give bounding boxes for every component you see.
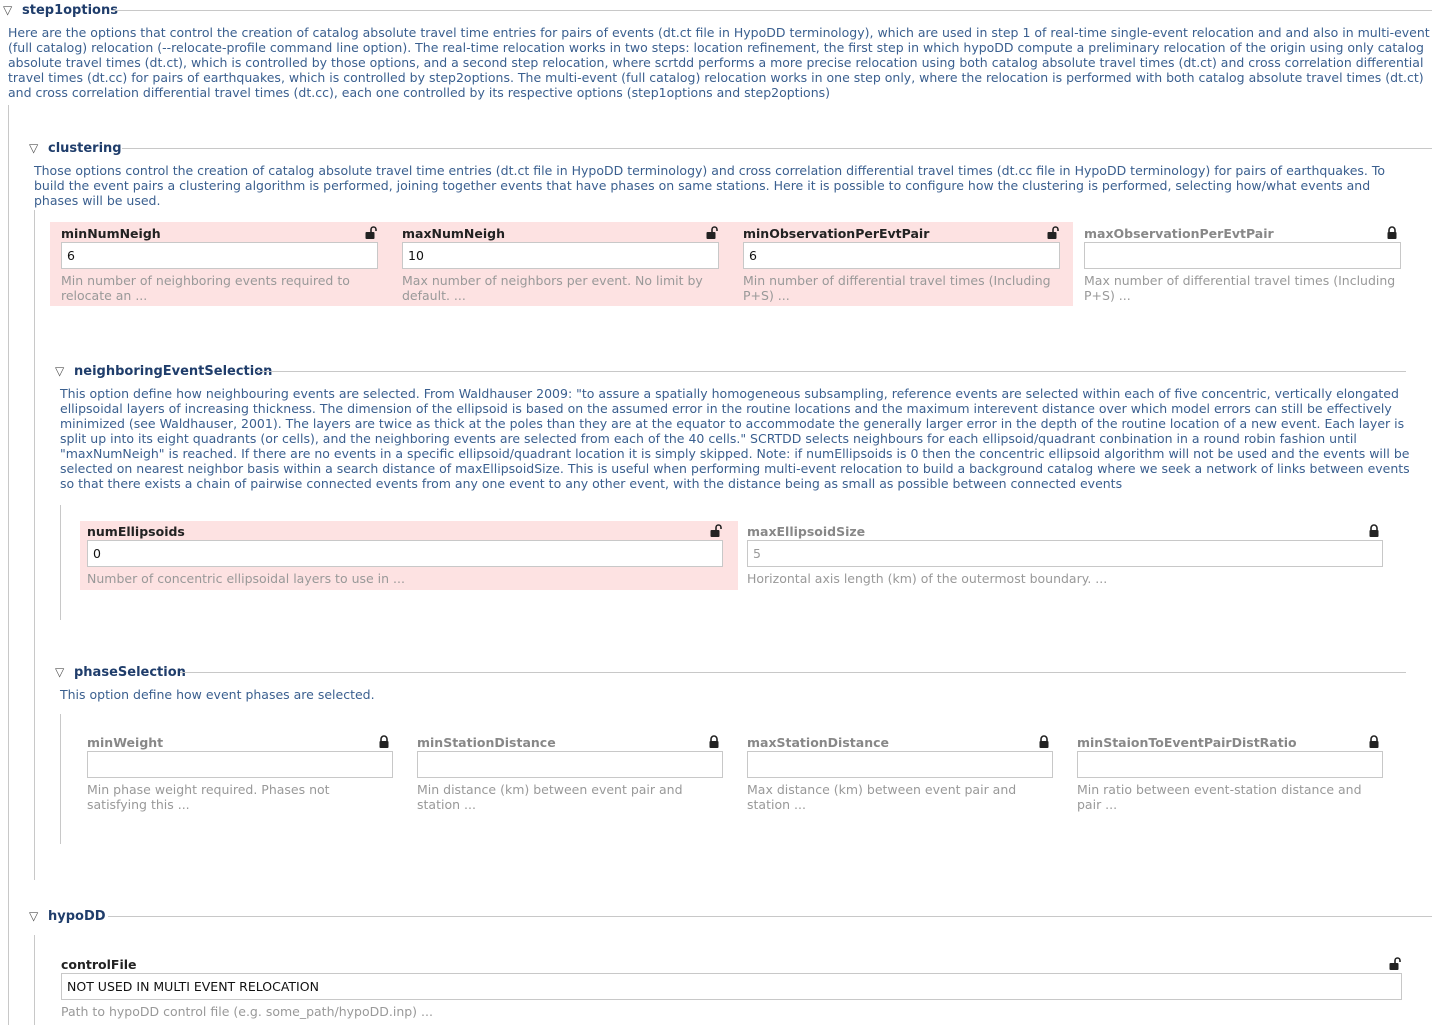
param-label: numEllipsoids — [87, 524, 185, 539]
param-controlFile: controlFile Path to hypoDD control file … — [61, 957, 1402, 1019]
param-maxEllipsoidSize: maxEllipsoidSize Horizontal axis length … — [747, 524, 1383, 586]
param-maxStationDistance: maxStationDistance Max distance (km) bet… — [747, 735, 1053, 812]
unlock-icon[interactable] — [1046, 226, 1060, 240]
param-label: maxStationDistance — [747, 735, 889, 750]
param-minObservationPerEvtPair: minObservationPerEvtPair Min number of d… — [743, 226, 1060, 303]
section-description: Here are the options that control the cr… — [8, 25, 1430, 100]
param-help: Number of concentric ellipsoidal layers … — [87, 571, 405, 586]
unlock-icon[interactable] — [364, 226, 378, 240]
section-description: Those options control the creation of ca… — [34, 163, 1386, 208]
lock-icon[interactable] — [1367, 735, 1381, 749]
collapse-triangle-icon[interactable]: ▽ — [3, 3, 12, 17]
section-border — [34, 210, 35, 880]
param-input[interactable] — [417, 751, 723, 778]
lock-icon[interactable] — [1037, 735, 1051, 749]
param-label: minNumNeigh — [61, 226, 161, 241]
param-label: minObservationPerEvtPair — [743, 226, 930, 241]
collapse-triangle-icon[interactable]: ▽ — [55, 665, 64, 679]
section-border — [34, 935, 35, 1025]
param-minNumNeigh: minNumNeigh Min number of neighboring ev… — [61, 226, 378, 303]
param-help: Horizontal axis length (km) of the outer… — [747, 571, 1108, 586]
param-minWeight: minWeight Min phase weight required. Pha… — [87, 735, 393, 812]
section-divider — [180, 672, 1406, 673]
section-border — [8, 105, 9, 1025]
param-help: Min ratio between event-station distance… — [1077, 782, 1362, 812]
section-border — [60, 505, 61, 620]
section-description: This option define how event phases are … — [60, 687, 375, 702]
unlock-icon[interactable] — [1388, 957, 1402, 971]
param-input[interactable] — [61, 973, 1402, 1000]
param-help: Min phase weight required. Phases not sa… — [87, 782, 330, 812]
section-description: This option define how neighbouring even… — [60, 386, 1410, 491]
param-maxNumNeigh: maxNumNeigh Max number of neighbors per … — [402, 226, 719, 303]
param-label: controlFile — [61, 957, 137, 972]
param-minStaionToEventPairDistRatio: minStaionToEventPairDistRatio Min ratio … — [1077, 735, 1383, 812]
lock-icon[interactable] — [1385, 226, 1399, 240]
collapse-triangle-icon[interactable]: ▽ — [29, 909, 38, 923]
param-input[interactable] — [1077, 751, 1383, 778]
section-divider — [112, 10, 1432, 11]
section-title-hypoDD: hypoDD — [48, 909, 106, 924]
param-input[interactable] — [747, 751, 1053, 778]
param-input[interactable] — [87, 751, 393, 778]
param-maxObservationPerEvtPair: maxObservationPerEvtPair Max number of d… — [1084, 226, 1401, 303]
unlock-icon[interactable] — [705, 226, 719, 240]
param-label: maxNumNeigh — [402, 226, 505, 241]
section-title-neighboringEventSelection: neighboringEventSelection — [74, 364, 273, 379]
param-help: Min number of neighboring events require… — [61, 273, 350, 303]
section-divider — [122, 148, 1432, 149]
param-help: Max number of differential travel times … — [1084, 273, 1396, 303]
param-label: minStationDistance — [417, 735, 556, 750]
param-input[interactable] — [402, 242, 719, 269]
section-title-clustering: clustering — [48, 141, 122, 156]
param-label: minWeight — [87, 735, 164, 750]
param-input[interactable] — [743, 242, 1060, 269]
param-help: Min distance (km) between event pair and… — [417, 782, 683, 812]
param-numEllipsoids: numEllipsoids Number of concentric ellip… — [87, 524, 723, 586]
param-help: Path to hypoDD control file (e.g. some_p… — [61, 1004, 433, 1019]
param-input[interactable] — [1084, 242, 1401, 269]
collapse-triangle-icon[interactable]: ▽ — [29, 141, 38, 155]
unlock-icon[interactable] — [709, 524, 723, 538]
param-label: maxObservationPerEvtPair — [1084, 226, 1274, 241]
collapse-triangle-icon[interactable]: ▽ — [55, 364, 64, 378]
section-border — [60, 714, 61, 844]
lock-icon[interactable] — [1367, 524, 1381, 538]
param-label: maxEllipsoidSize — [747, 524, 866, 539]
lock-icon[interactable] — [707, 735, 721, 749]
section-divider — [256, 371, 1406, 372]
section-title-step1options: step1options — [22, 3, 118, 18]
param-minStationDistance: minStationDistance Min distance (km) bet… — [417, 735, 723, 812]
param-help: Min number of differential travel times … — [743, 273, 1051, 303]
param-input[interactable] — [87, 540, 723, 567]
param-help: Max distance (km) between event pair and… — [747, 782, 1017, 812]
param-label: minStaionToEventPairDistRatio — [1077, 735, 1297, 750]
param-help: Max number of neighbors per event. No li… — [402, 273, 703, 303]
lock-icon[interactable] — [377, 735, 391, 749]
section-divider — [108, 916, 1432, 917]
section-title-phaseSelection: phaseSelection — [74, 665, 186, 680]
param-input[interactable] — [61, 242, 378, 269]
param-input[interactable] — [747, 540, 1383, 567]
